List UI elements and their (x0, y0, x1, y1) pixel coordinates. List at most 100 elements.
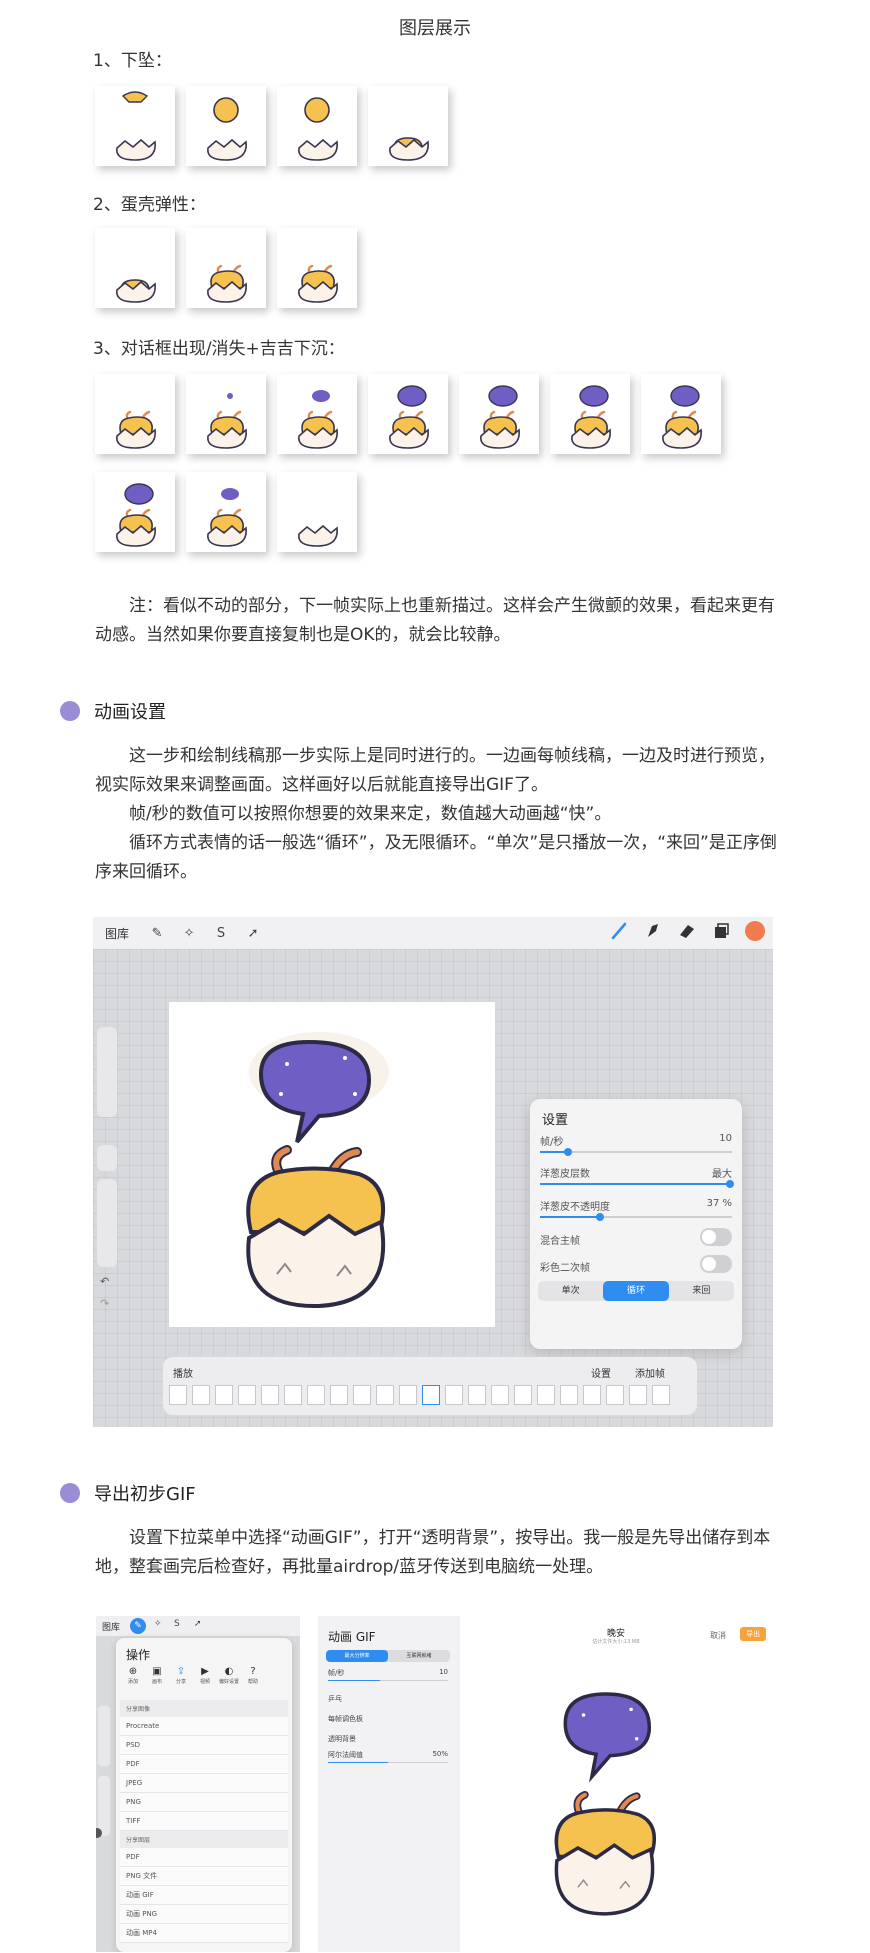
color-secondary-toggle[interactable] (700, 1255, 732, 1273)
onion-opacity-slider[interactable] (540, 1213, 732, 1221)
export-button[interactable]: 导出 (740, 1627, 766, 1641)
dither-row: 每帧调色板 (328, 1714, 448, 1724)
web-ready-button[interactable]: 互联网就绪 (388, 1650, 450, 1662)
export-heading: 导出初步GIF (60, 1480, 196, 1506)
share-format-item[interactable]: TIFF (120, 1812, 288, 1831)
brush-size-slider[interactable] (97, 1027, 117, 1117)
brush-icon[interactable] (609, 921, 629, 941)
timeline-frame[interactable] (514, 1385, 532, 1405)
magic-wand-icon[interactable]: ✧ (154, 1619, 162, 1629)
share-format-item[interactable]: 动画 GIF (120, 1886, 288, 1905)
alpha-slider[interactable] (328, 1762, 448, 1763)
share-format-item[interactable]: JPEG (120, 1774, 288, 1793)
animation-frame (95, 228, 175, 308)
share-format-item[interactable]: 动画 MP4 (120, 1924, 288, 1943)
timeline-frame[interactable] (353, 1385, 371, 1405)
color-swatch[interactable] (745, 921, 765, 941)
animation-frame (95, 374, 175, 454)
gif-fps-slider[interactable] (328, 1680, 448, 1681)
timeline-frame[interactable] (652, 1385, 670, 1405)
selection-icon[interactable]: S (211, 923, 231, 943)
loop-loop-button[interactable]: 循环 (603, 1281, 669, 1301)
tab-prefs[interactable]: ◐ 偏好设置 (218, 1666, 240, 1685)
timeline-frame[interactable] (491, 1385, 509, 1405)
timeline-settings-button[interactable]: 设置 (591, 1365, 611, 1380)
help-icon: ? (250, 1666, 256, 1677)
touch-indicator (96, 1828, 102, 1838)
page-title: 图层展示 (399, 18, 471, 39)
character-preview (554, 1692, 656, 1916)
eraser-icon[interactable] (677, 921, 697, 941)
timeline-frame[interactable] (169, 1385, 187, 1405)
transform-icon[interactable]: ➚ (243, 923, 263, 943)
share-format-item[interactable]: PSD (120, 1736, 288, 1755)
timeline-frame[interactable] (261, 1385, 279, 1405)
timeline-frame[interactable] (192, 1385, 210, 1405)
section-title-shell: 2、蛋壳弹性： (93, 195, 206, 215)
timeline-frame[interactable] (215, 1385, 233, 1405)
playback-button[interactable]: 播放 (173, 1365, 193, 1380)
gallery-button[interactable]: 图库 (102, 1620, 120, 1633)
magic-wand-icon[interactable]: ✧ (179, 923, 199, 943)
add-icon: ⊕ (128, 1666, 138, 1677)
actions-menu-screenshot: 图库 ✎ ✧ S ➚ 操作 ⊕ 添加 ▣ 画布 ⇪ 分享 ▶ 视频 ◐ 偏好设置 ? 帮助 … (96, 1616, 300, 1952)
timeline-frame[interactable] (330, 1385, 348, 1405)
share-format-item[interactable]: PNG (120, 1793, 288, 1812)
fps-slider[interactable] (540, 1148, 732, 1156)
selection-icon[interactable]: S (174, 1619, 180, 1629)
transparent-label: 透明背景 (328, 1735, 356, 1743)
tab-video[interactable]: ▶ 视频 (194, 1666, 216, 1685)
timeline-frame[interactable] (422, 1385, 440, 1405)
share-format-item[interactable]: PDF (120, 1755, 288, 1774)
opacity-slider[interactable] (97, 1179, 117, 1267)
share-format-item[interactable]: PDF (120, 1848, 288, 1867)
animation-frame (277, 228, 357, 308)
gallery-button[interactable]: 图库 (105, 925, 129, 942)
export-title: 导出初步GIF (94, 1484, 196, 1505)
timeline-frame[interactable] (238, 1385, 256, 1405)
share-format-item[interactable]: 动画 PNG (120, 1905, 288, 1924)
share-format-item[interactable]: Procreate (120, 1717, 288, 1736)
timeline-frame[interactable] (583, 1385, 601, 1405)
actions-menu: 操作 ⊕ 添加 ▣ 画布 ⇪ 分享 ▶ 视频 ◐ 偏好设置 ? 帮助 分享图像 Procrea… (116, 1638, 292, 1952)
gif-fps-label: 帧/秒 (328, 1669, 345, 1677)
alpha-value: 50% (432, 1750, 448, 1758)
animation-frame (641, 374, 721, 454)
share-format-item[interactable]: PNG 文件 (120, 1867, 288, 1886)
tab-canvas[interactable]: ▣ 画布 (146, 1666, 168, 1685)
smudge-icon[interactable] (643, 921, 663, 941)
tab-add[interactable]: ⊕ 添加 (122, 1666, 144, 1685)
timeline-frame[interactable] (468, 1385, 486, 1405)
export-body: 设置下拉菜单中选择“动画GIF”，打开“透明背景”，按导出。我一般是先导出储存到… (95, 1524, 785, 1582)
loop-once-button[interactable]: 单次 (538, 1281, 603, 1301)
timeline-frame[interactable] (284, 1385, 302, 1405)
drawing-canvas[interactable] (169, 1002, 495, 1327)
timeline-frame[interactable] (629, 1385, 647, 1405)
max-resolution-button[interactable]: 最大分辨率 (326, 1650, 388, 1662)
timeline-frame[interactable] (376, 1385, 394, 1405)
tab-share[interactable]: ⇪ 分享 (170, 1666, 192, 1685)
timeline-frame[interactable] (537, 1385, 555, 1405)
redo-icon[interactable]: ↷ (100, 1297, 109, 1310)
opacity-slider[interactable] (98, 1776, 110, 1836)
onion-layers-slider[interactable] (540, 1180, 734, 1188)
transform-icon[interactable]: ➚ (194, 1619, 202, 1629)
modify-button[interactable] (97, 1145, 117, 1171)
loop-pingpong-button[interactable]: 来回 (669, 1281, 734, 1301)
timeline-frame[interactable] (606, 1385, 624, 1405)
add-frame-button[interactable]: 添加帧 (635, 1365, 665, 1380)
timeline-frame[interactable] (445, 1385, 463, 1405)
animation-settings-panel: 设置 帧/秒 10 洋葱皮层数 最大 洋葱皮不透明度 37 % 混合主帧 彩色二… (530, 1099, 742, 1349)
timeline-frame[interactable] (399, 1385, 417, 1405)
brush-size-slider[interactable] (98, 1706, 110, 1766)
cancel-button[interactable]: 取消 (710, 1630, 726, 1641)
timeline-frame[interactable] (560, 1385, 578, 1405)
blend-primary-toggle[interactable] (700, 1228, 732, 1246)
tab-help[interactable]: ? 帮助 (242, 1666, 264, 1685)
layers-icon[interactable] (711, 921, 731, 941)
wrench-icon[interactable]: ✎ (147, 923, 167, 943)
wrench-icon[interactable]: ✎ (130, 1618, 146, 1634)
undo-icon[interactable]: ↶ (100, 1275, 109, 1288)
timeline-frame[interactable] (307, 1385, 325, 1405)
video-icon: ▶ (201, 1666, 209, 1677)
